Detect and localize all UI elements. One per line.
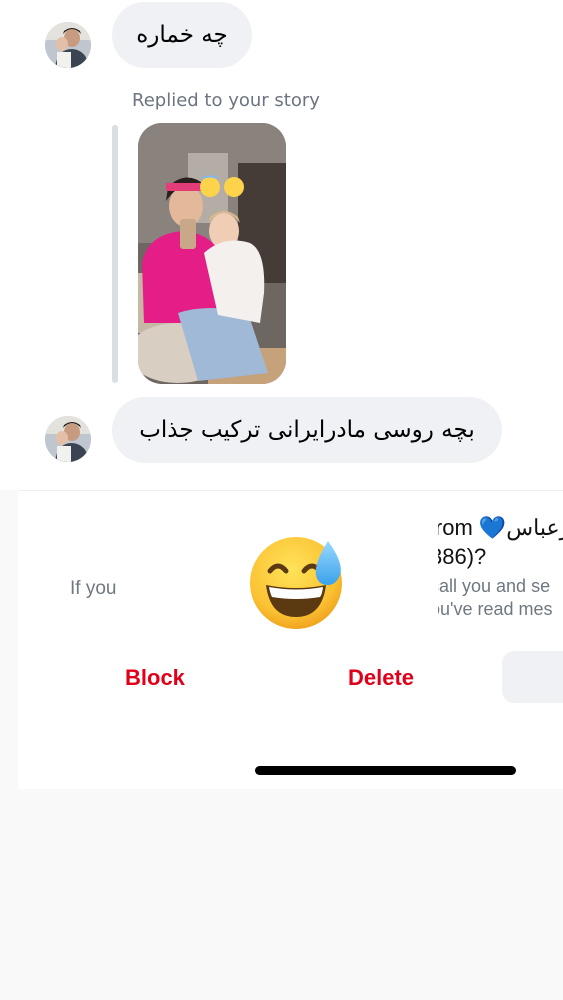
message-bubble-1[interactable]: چه خماره xyxy=(112,2,252,68)
block-button[interactable]: Block xyxy=(125,665,185,691)
chat-thread: چه خماره Replied to your story بچه روسی … xyxy=(0,0,563,490)
request-title-line-1: ’rom 💙رعباس xyxy=(438,515,563,540)
sender-avatar[interactable] xyxy=(45,22,91,68)
story-reply-label: Replied to your story xyxy=(132,90,320,111)
accept-button[interactable] xyxy=(502,651,563,703)
request-info-clipped: ’rom 💙رعباس 386)? call you and se ou've … xyxy=(438,513,563,623)
request-desc-line-1: call you and se xyxy=(438,576,551,596)
message-bubble-2[interactable]: بچه روسی مادرایرانی ترکیب جذاب xyxy=(112,397,502,463)
home-indicator[interactable] xyxy=(255,766,516,775)
story-thumbnail[interactable] xyxy=(138,123,286,384)
reply-quote-bar xyxy=(112,125,118,383)
request-desc-line-2: ou've read mes xyxy=(438,599,553,619)
delete-button[interactable]: Delete xyxy=(348,665,414,691)
message-text: بچه روسی مادرایرانی ترکیب جذاب xyxy=(139,417,475,443)
request-description: call you and se ou've read mes xyxy=(438,575,553,621)
request-intro-fragment: If you xyxy=(70,578,117,599)
sender-avatar[interactable] xyxy=(45,416,91,462)
message-text: چه خماره xyxy=(136,22,228,48)
sweat-smile-emoji-icon xyxy=(248,533,348,629)
message-request-sheet: ’rom 💙رعباس 386)? call you and se ou've … xyxy=(18,490,563,789)
request-title: ’rom 💙رعباس 386)? xyxy=(438,513,563,571)
request-title-line-2: 386)? xyxy=(438,544,487,569)
